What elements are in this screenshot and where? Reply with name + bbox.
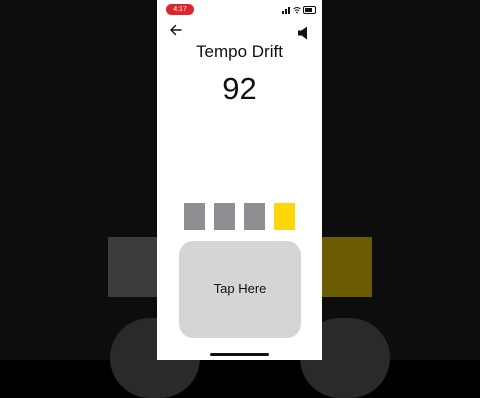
status-time: 4:17: [166, 4, 194, 15]
backdrop-left: [0, 0, 157, 360]
sound-toggle-button[interactable]: [297, 25, 311, 41]
game-title: Tempo Drift: [196, 42, 283, 61]
backdrop-yellow-block: [322, 237, 372, 297]
beat-indicator-row: [157, 203, 322, 230]
backdrop-gray-block: [108, 237, 157, 297]
beat-indicator: [184, 203, 205, 230]
home-indicator[interactable]: [210, 353, 269, 356]
back-button[interactable]: [168, 22, 184, 38]
signal-icon: [288, 7, 290, 14]
backdrop-right: [322, 0, 480, 360]
battery-level: [305, 8, 312, 12]
tap-here-label: Tap Here: [213, 281, 267, 296]
battery-icon: [303, 6, 316, 14]
speaker-icon: [298, 26, 307, 40]
signal-icon: [282, 11, 284, 14]
phone-screen: 4:17 Tempo Drift 92 Tap Here: [157, 0, 322, 360]
signal-icon: [285, 9, 287, 14]
beat-indicator: [214, 203, 235, 230]
bpm-value: 92: [222, 71, 257, 106]
beat-indicator: [244, 203, 265, 230]
tap-here-button[interactable]: Tap Here: [179, 241, 301, 338]
arrow-left-icon: [170, 24, 182, 36]
wifi-icon: [293, 7, 301, 14]
status-icons: [282, 5, 316, 14]
beat-indicator: [274, 203, 295, 230]
status-bar: 4:17: [157, 0, 322, 18]
